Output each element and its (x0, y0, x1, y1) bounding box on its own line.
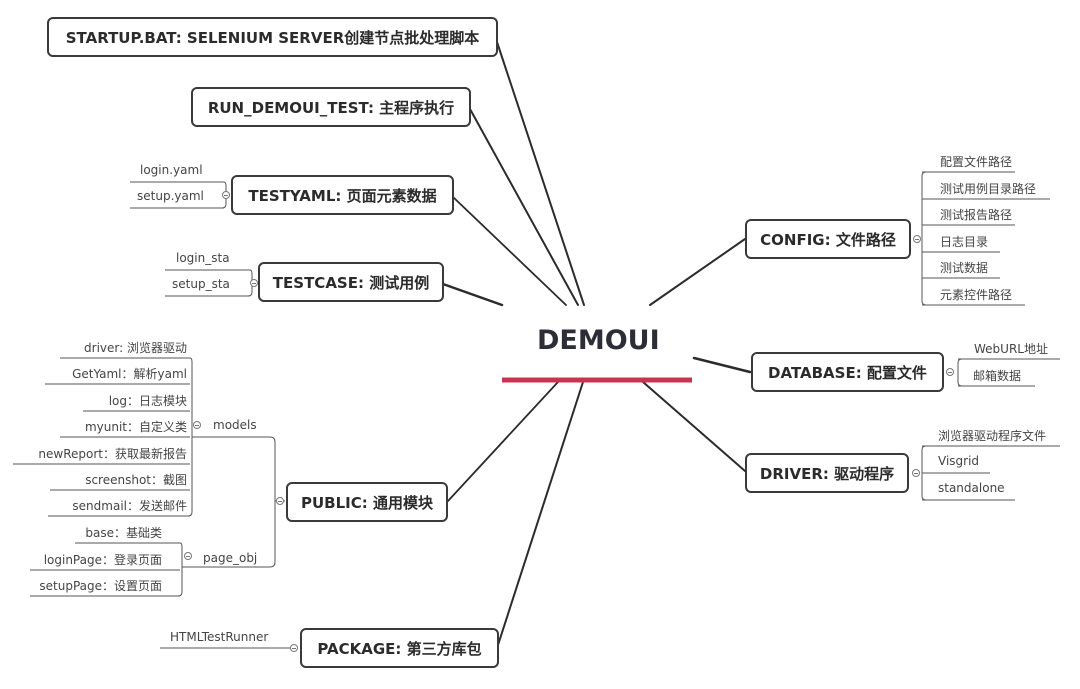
topic-testyaml-label: TESTYAML: 页面元素数据 (248, 186, 437, 205)
subtopic-login-sta[interactable]: login_sta (176, 251, 230, 265)
topic-startup-label: STARTUP.BAT: SELENIUM SERVER创建节点批处理脚本 (65, 28, 480, 47)
collapse-toggle-driver[interactable] (912, 469, 920, 477)
topic-testcase-label: TESTCASE: 测试用例 (272, 273, 430, 292)
topic-package[interactable]: PACKAGE: 第三方库包 (300, 628, 499, 668)
config-item-1[interactable]: 测试用例目录路径 (940, 180, 1036, 197)
config-item-4[interactable]: 测试数据 (940, 259, 988, 276)
subtopic-models[interactable]: models (213, 418, 257, 432)
link-startup (496, 41, 585, 306)
collapse-toggle-testcase[interactable] (250, 279, 258, 287)
collapse-toggle-models[interactable] (193, 421, 201, 429)
topic-config[interactable]: CONFIG: 文件路径 (745, 219, 911, 259)
pageobj-item-base[interactable]: base：基础类 (85, 524, 162, 541)
model-item-sendmail[interactable]: sendmail：发送邮件 (72, 497, 187, 514)
link-package (497, 381, 584, 646)
link-config (649, 238, 746, 306)
subtopic-login-yaml[interactable]: login.yaml (140, 163, 203, 177)
topic-database-label: DATABASE: 配置文件 (768, 363, 927, 382)
link-run (469, 108, 579, 306)
topic-driver[interactable]: DRIVER: 驱动程序 (745, 453, 909, 493)
topic-config-label: CONFIG: 文件路径 (760, 230, 896, 249)
central-topic[interactable]: DEMOUI (537, 325, 660, 356)
pageobj-item-setuppage[interactable]: setupPage：设置页面 (39, 577, 162, 594)
topic-public[interactable]: PUBLIC: 通用模块 (286, 482, 448, 522)
model-item-log[interactable]: log：日志模块 (109, 392, 187, 409)
link-driver (642, 381, 746, 472)
collapse-toggle-package[interactable] (290, 644, 298, 652)
pageobj-item-loginpage[interactable]: loginPage：登录页面 (44, 551, 162, 568)
collapse-toggle-testyaml[interactable] (222, 191, 230, 199)
collapse-toggle-database[interactable] (946, 368, 954, 376)
topic-package-label: PACKAGE: 第三方库包 (317, 639, 482, 658)
collapse-toggle-config[interactable] (913, 235, 921, 243)
topic-run-label: RUN_DEMOUI_TEST: 主程序执行 (207, 98, 455, 117)
topic-startup[interactable]: STARTUP.BAT: SELENIUM SERVER创建节点批处理脚本 (47, 17, 498, 57)
config-item-5[interactable]: 元素控件路径 (940, 286, 1012, 303)
database-item-weburl[interactable]: WebURL地址 (974, 340, 1048, 357)
topic-driver-label: DRIVER: 驱动程序 (759, 464, 895, 483)
topic-database[interactable]: DATABASE: 配置文件 (751, 352, 944, 392)
subtopic-setup-sta[interactable]: setup_sta (172, 277, 230, 291)
topic-run-demoui-test[interactable]: RUN_DEMOUI_TEST: 主程序执行 (191, 87, 471, 127)
link-database (692, 356, 752, 374)
collapse-toggle-public[interactable] (276, 497, 284, 505)
driver-item-visgrid[interactable]: Visgrid (938, 454, 979, 468)
driver-item-browser-driver[interactable]: 浏览器驱动程序文件 (938, 427, 1046, 444)
config-item-3[interactable]: 日志目录 (940, 233, 988, 250)
subtopic-page-obj[interactable]: page_obj (203, 551, 257, 565)
topic-public-label: PUBLIC: 通用模块 (301, 493, 433, 512)
subtopic-htmltestrunner[interactable]: HTMLTestRunner (170, 630, 268, 644)
model-item-newreport[interactable]: newReport：获取最新报告 (38, 445, 187, 462)
config-item-0[interactable]: 配置文件路径 (940, 153, 1012, 170)
model-item-driver[interactable]: driver: 浏览器驱动 (84, 339, 187, 356)
topic-testcase[interactable]: TESTCASE: 测试用例 (258, 262, 444, 302)
collapse-toggle-page-obj[interactable] (184, 552, 192, 560)
topic-testyaml[interactable]: TESTYAML: 页面元素数据 (231, 175, 454, 215)
model-item-getyaml[interactable]: GetYaml：解析yaml (72, 365, 187, 382)
model-item-myunit[interactable]: myunit：自定义类 (85, 418, 187, 435)
config-item-2[interactable]: 测试报告路径 (940, 206, 1012, 223)
link-public (447, 381, 559, 502)
driver-item-standalone[interactable]: standalone (938, 481, 1005, 495)
database-item-mail[interactable]: 邮箱数据 (973, 367, 1021, 384)
link-testcase (441, 282, 504, 307)
model-item-screenshot[interactable]: screenshot：截图 (85, 471, 187, 488)
subtopic-setup-yaml[interactable]: setup.yaml (137, 189, 204, 203)
